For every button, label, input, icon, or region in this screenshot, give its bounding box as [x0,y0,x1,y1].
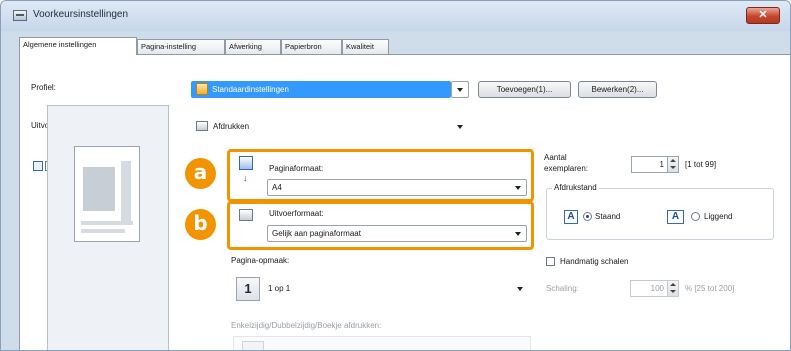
orientation-group-label: Afdrukstand [552,183,599,192]
arrow-down-icon: ↓ [243,173,248,183]
tab-quality[interactable]: Kwaliteit [342,39,389,54]
scaling-spinner[interactable]: 100 [630,280,679,297]
scaling-range: % [25 tot 200] [685,284,735,293]
chevron-down-icon [457,88,463,92]
window-title: Voorkeursinstellingen [33,9,129,20]
manual-scaling-checkbox[interactable] [546,257,555,266]
copies-value: 1 [659,160,664,169]
copies-range: [1 tot 99] [685,160,717,169]
callout-a-badge: a [185,158,216,189]
title-bar: Voorkeursinstellingen ✕ [1,1,790,31]
printer-icon [196,121,208,131]
scaling-label: Schaling: [546,284,579,293]
page-layout-select[interactable]: 1 1 op 1 [231,271,529,307]
landscape-radio[interactable] [691,212,700,221]
orientation-group [546,188,774,240]
output-mode-select[interactable]: Afdrukken [191,118,469,135]
portrait-label[interactable]: Staand [595,212,620,221]
scaling-value: 100 [650,284,664,293]
preview-pane [47,105,169,350]
page-layout-number: 1 [236,277,260,301]
tab-general-settings[interactable]: Algemene instellingen [19,37,137,55]
chevron-down-icon [457,125,463,129]
copies-label-line2: exemplaren: [544,164,589,173]
output-size-printer-icon [239,209,253,221]
profile-label: Profiel: [31,83,56,92]
edit-profile-button[interactable]: Bewerken(2)... [578,81,657,98]
profile-select[interactable]: Standaardinstellingen [191,81,451,98]
profile-dropdown-button[interactable] [451,81,469,98]
close-button[interactable]: ✕ [746,7,780,24]
profile-value: Standaardinstellingen [212,85,289,94]
copies-label-line1: Aantal [544,153,567,162]
preferences-window: Voorkeursinstellingen ✕ Algemene instell… [0,0,791,351]
duplex-select[interactable] [233,336,531,350]
tab-finishing[interactable]: Afwerking [225,39,281,54]
output-size-value: Gelijk aan paginaformaat [272,229,361,238]
profile-icon [196,83,208,95]
page-size-label: Paginaformaat: [269,164,324,173]
spinner-arrows-icon[interactable] [667,281,678,296]
spinner-arrows-icon[interactable] [667,157,678,172]
tab-paper-source[interactable]: Papierbron [281,39,342,54]
preview-page-icon[interactable] [33,161,43,171]
portrait-radio[interactable] [583,212,592,221]
callout-b-badge: b [185,209,216,240]
landscape-icon: A [667,210,684,224]
add-profile-button[interactable]: Toevoegen(1)... [478,81,571,98]
printer-window-icon [13,10,27,21]
page-layout-label: Pagina-opmaak: [231,256,290,265]
portrait-icon: A [564,210,578,224]
tab-page-setup[interactable]: Pagina-instelling [137,39,225,54]
duplex-label: Enkelzijdig/Dubbelzijdig/Boekje afdrukke… [231,321,382,330]
page-size-icon [239,156,253,170]
chevron-down-icon [515,186,521,190]
output-size-select[interactable]: Gelijk aan paginaformaat [267,225,527,242]
landscape-label[interactable]: Liggend [704,212,732,221]
manual-scaling-label[interactable]: Handmatig schalen [560,257,628,266]
chevron-down-icon [517,287,523,291]
output-mode-value: Afdrukken [213,122,250,131]
preview-page [74,146,140,242]
page-layout-value: 1 op 1 [268,284,291,293]
page-size-value: A4 [272,183,282,192]
chevron-down-icon [515,232,521,236]
copies-spinner[interactable]: 1 [631,156,679,173]
page-size-select[interactable]: A4 [267,179,527,196]
output-size-label: Uitvoerformaat: [269,209,324,218]
